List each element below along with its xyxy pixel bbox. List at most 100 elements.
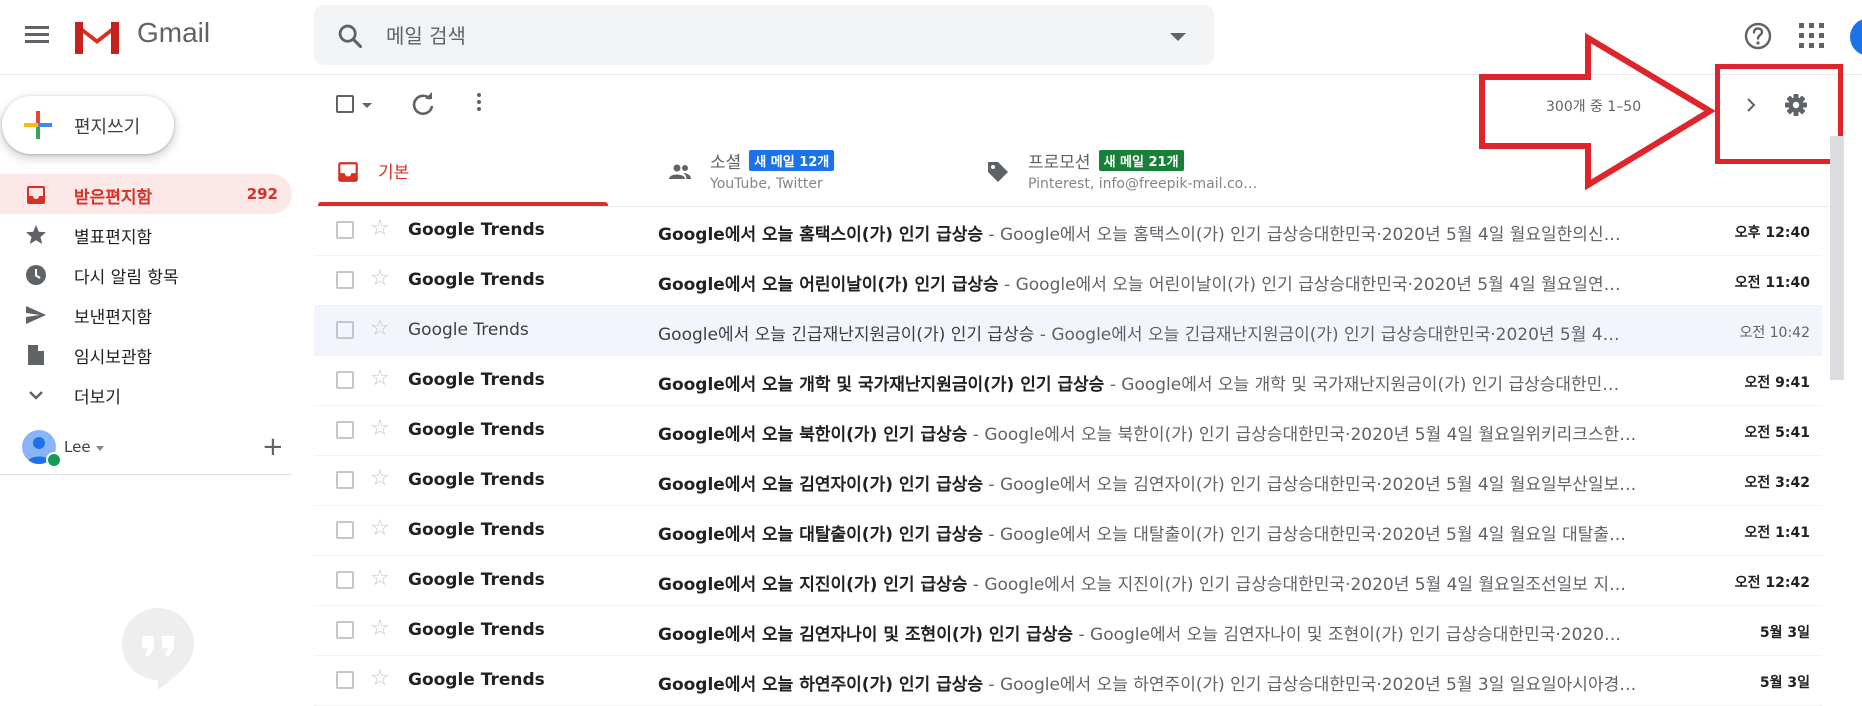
subject-separator: - <box>1104 375 1122 395</box>
star-toggle-icon[interactable]: ☆ <box>370 416 390 441</box>
draft-icon <box>28 345 44 365</box>
search-options-icon[interactable] <box>1170 33 1186 41</box>
sidebar-item-drafts[interactable]: 임시보관함 <box>0 334 292 374</box>
email-checkbox[interactable] <box>336 221 354 239</box>
sidebar-item-label: 보낸편지함 <box>74 308 153 328</box>
sidebar-item-more[interactable]: 더보기 <box>0 374 292 414</box>
sidebar-item-starred[interactable]: 별표편지함 <box>0 214 292 254</box>
tab-social[interactable]: 소셜 새 메일 12개 YouTube, Twitter <box>646 136 936 206</box>
tab-title-text: 소셜 <box>710 153 742 173</box>
scrollbar[interactable] <box>1830 136 1844 380</box>
email-row[interactable]: ☆ Google Trends Google에서 오늘 지진이(가) 인기 급상승 … <box>314 556 1822 606</box>
tab-subtitle: Pinterest, info@freepik-mail.co… <box>1028 176 1258 192</box>
email-row[interactable]: ☆ Google Trends Google에서 오늘 대탈출이(가) 인기 급상승… <box>314 506 1822 556</box>
star-toggle-icon[interactable]: ☆ <box>370 216 390 241</box>
select-all-checkbox[interactable] <box>336 95 354 113</box>
main-menu-button[interactable] <box>22 22 52 52</box>
clock-icon <box>26 265 46 285</box>
sidebar-item-sent[interactable]: 보낸편지함 <box>0 294 292 334</box>
star-toggle-icon[interactable]: ☆ <box>370 366 390 391</box>
star-toggle-icon[interactable]: ☆ <box>370 266 390 291</box>
email-row[interactable]: ☆ Google Trends Google에서 오늘 개학 및 국가재난지원금이(… <box>314 356 1822 406</box>
email-date: 오후 12:40 <box>1734 225 1810 241</box>
hangouts-icon[interactable] <box>118 604 198 694</box>
star-toggle-icon[interactable]: ☆ <box>370 466 390 491</box>
email-row[interactable]: ☆ Google Trends Google에서 오늘 홈택스이(가) 인기 급상승… <box>314 206 1822 256</box>
sidebar-item-label: 임시보관함 <box>74 348 153 368</box>
help-icon[interactable] <box>1742 20 1774 52</box>
star-toggle-icon[interactable]: ☆ <box>370 616 390 641</box>
sidebar-item-inbox[interactable]: 받은편지함 292 <box>0 174 292 214</box>
email-subject: Google에서 오늘 김연자나이 및 조현이(가) 인기 급상승 <box>658 625 1074 645</box>
email-checkbox[interactable] <box>336 271 354 289</box>
email-checkbox[interactable] <box>336 521 354 539</box>
email-checkbox[interactable] <box>336 571 354 589</box>
email-subject: Google에서 오늘 홈택스이(가) 인기 급상승 <box>658 225 984 245</box>
sidebar-item-snoozed[interactable]: 다시 알림 항목 <box>0 254 292 294</box>
select-options-icon[interactable] <box>362 103 372 108</box>
email-snippet: Google에서 오늘 김연자나이 및 조현이(가) 인기 급상승대한민국·20… <box>1090 625 1622 645</box>
chevron-down-icon[interactable] <box>96 446 104 451</box>
email-preview: Google에서 오늘 대탈출이(가) 인기 급상승 - Google에서 오늘… <box>658 520 1698 545</box>
email-row[interactable]: ☆ Google Trends Google에서 오늘 하연주이(가) 인기 급상승… <box>314 656 1822 706</box>
email-checkbox[interactable] <box>336 321 354 339</box>
compose-button[interactable]: 편지쓰기 <box>2 96 174 154</box>
email-subject: Google에서 오늘 어린이날이(가) 인기 급상승 <box>658 275 999 295</box>
new-mail-badge: 새 메일 21개 <box>1098 150 1184 171</box>
email-checkbox[interactable] <box>336 671 354 689</box>
search-input[interactable] <box>384 19 1108 53</box>
search-icon[interactable] <box>336 22 364 50</box>
email-preview: Google에서 오늘 긴급재난지원금이(가) 인기 급상승 - Google에… <box>658 320 1698 345</box>
email-row[interactable]: ☆ Google Trends Google에서 오늘 김연자이(가) 인기 급상승… <box>314 456 1822 506</box>
subject-separator: - <box>1073 625 1091 645</box>
hamburger-line <box>25 26 49 29</box>
email-checkbox[interactable] <box>336 371 354 389</box>
subject-separator: - <box>967 425 985 445</box>
star-toggle-icon[interactable]: ☆ <box>370 666 390 691</box>
apps-grid-icon[interactable] <box>1798 22 1826 50</box>
tab-primary[interactable]: 기본 <box>314 136 618 206</box>
email-row[interactable]: ☆ Google Trends Google에서 오늘 김연자나이 및 조현이(가)… <box>314 606 1822 656</box>
email-snippet: Google에서 오늘 하연주이(가) 인기 급상승대한민국·2020년 5월 … <box>999 675 1637 695</box>
email-sender: Google Trends <box>408 220 545 240</box>
email-checkbox[interactable] <box>336 421 354 439</box>
inbox-icon <box>338 162 358 182</box>
more-options-icon[interactable] <box>464 90 494 120</box>
tab-promotions[interactable]: 프로모션 새 메일 21개 Pinterest, info@freepik-mai… <box>964 136 1258 206</box>
email-row[interactable]: ☆ Google Trends Google에서 오늘 긴급재난지원금이(가) 인기… <box>314 306 1822 356</box>
email-preview: Google에서 오늘 어린이날이(가) 인기 급상승 - Google에서 오… <box>658 270 1698 295</box>
sidebar-item-label: 받은편지함 <box>74 188 153 208</box>
app-name[interactable]: Gmail <box>137 17 210 49</box>
star-toggle-icon[interactable]: ☆ <box>370 566 390 591</box>
sidebar-item-label: 더보기 <box>74 388 121 408</box>
email-subject: Google에서 오늘 지진이(가) 인기 급상승 <box>658 575 968 595</box>
add-contact-icon[interactable]: + <box>262 432 284 462</box>
online-status-dot <box>46 452 62 468</box>
email-checkbox[interactable] <box>336 471 354 489</box>
star-toggle-icon[interactable]: ☆ <box>370 316 390 341</box>
email-checkbox[interactable] <box>336 621 354 639</box>
star-toggle-icon[interactable]: ☆ <box>370 516 390 541</box>
email-date: 오전 1:41 <box>1744 525 1810 541</box>
refresh-icon[interactable] <box>408 90 438 120</box>
email-date: 5월 3일 <box>1759 675 1810 691</box>
search-bar[interactable] <box>314 5 1214 65</box>
send-icon <box>26 306 46 324</box>
subject-separator: - <box>983 225 1000 245</box>
email-snippet: Google에서 오늘 대탈출이(가) 인기 급상승대한민국·2020년 5월 … <box>999 525 1626 545</box>
plus-icon <box>24 111 52 139</box>
email-row[interactable]: ☆ Google Trends Google에서 오늘 북한이(가) 인기 급상승 … <box>314 406 1822 456</box>
unread-count: 292 <box>246 185 278 203</box>
hamburger-line <box>25 40 49 43</box>
email-date: 오전 3:42 <box>1744 475 1810 491</box>
email-preview: Google에서 오늘 하연주이(가) 인기 급상승 - Google에서 오늘… <box>658 670 1698 695</box>
email-snippet: Google에서 오늘 김연자이(가) 인기 급상승대한민국·2020년 5월 … <box>999 475 1637 495</box>
hangouts-user-name[interactable]: Lee <box>64 438 91 456</box>
email-subject: Google에서 오늘 김연자이(가) 인기 급상승 <box>658 475 984 495</box>
gmail-logo-icon[interactable] <box>72 18 122 56</box>
email-preview: Google에서 오늘 김연자이(가) 인기 급상승 - Google에서 오늘… <box>658 470 1698 495</box>
sidebar-item-label: 다시 알림 항목 <box>74 268 179 288</box>
account-avatar[interactable] <box>1850 18 1862 56</box>
email-row[interactable]: ☆ Google Trends Google에서 오늘 어린이날이(가) 인기 급상… <box>314 256 1822 306</box>
subject-separator: - <box>967 575 985 595</box>
